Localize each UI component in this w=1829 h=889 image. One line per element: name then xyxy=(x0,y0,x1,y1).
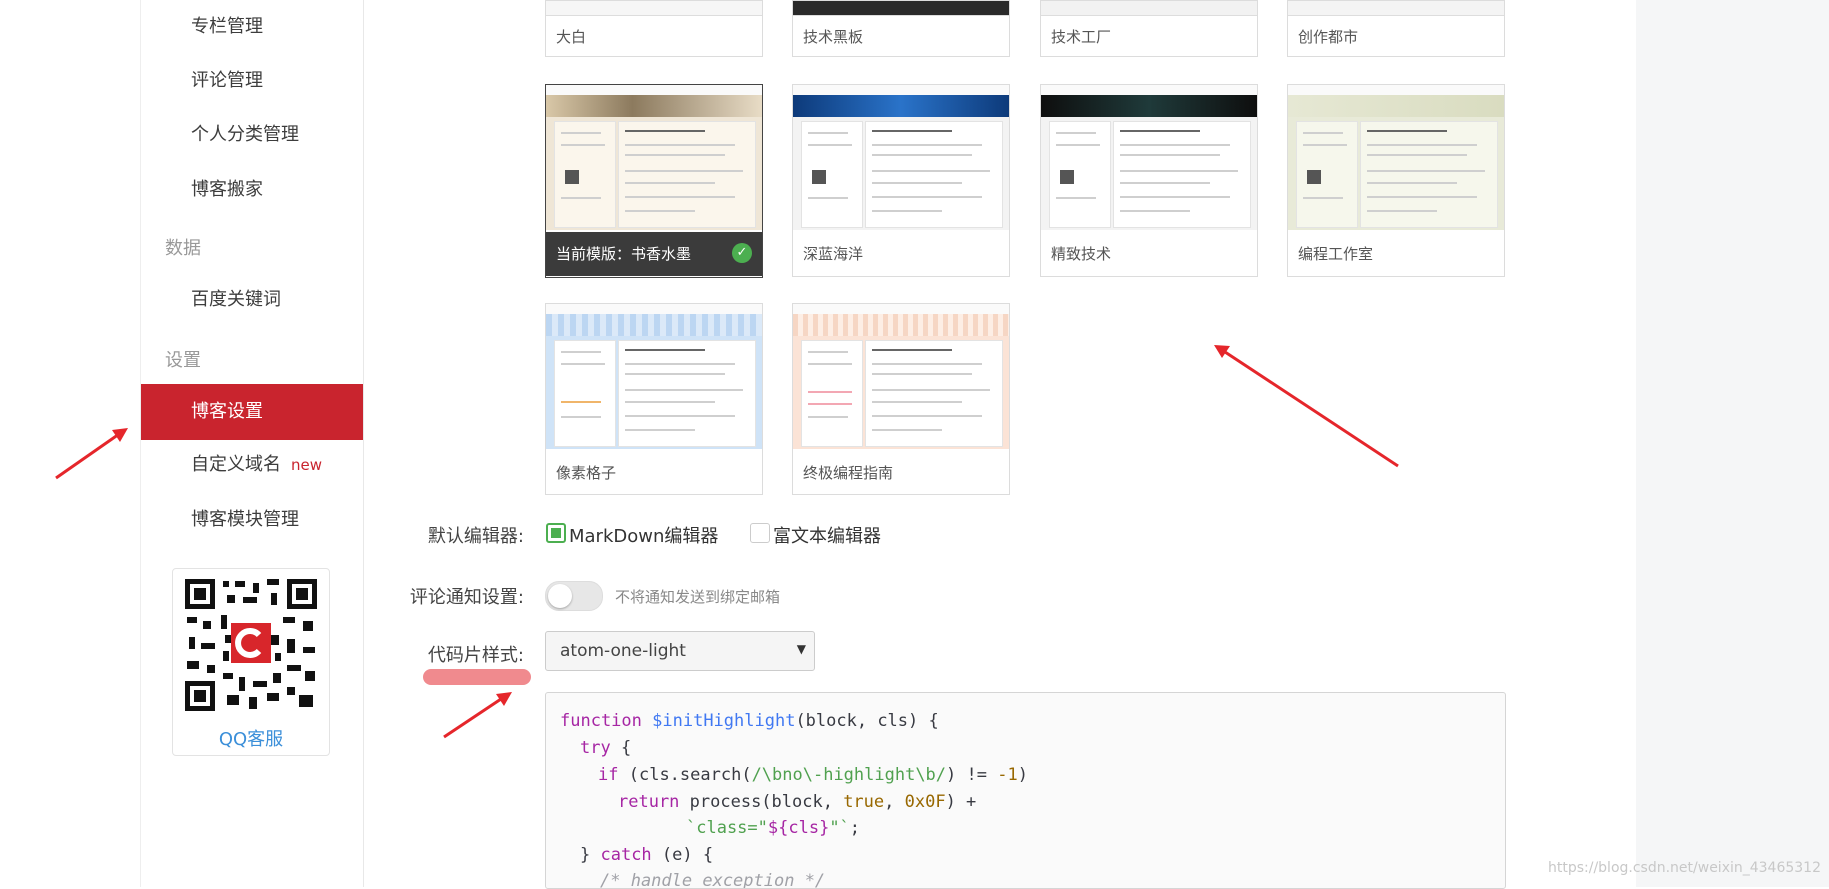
watermark: https://blog.csdn.net/weixin_43465312 xyxy=(1547,860,1821,876)
arrow-head xyxy=(1214,345,1230,358)
arrow-head xyxy=(112,428,128,442)
annotation-arrows xyxy=(55,345,1399,739)
